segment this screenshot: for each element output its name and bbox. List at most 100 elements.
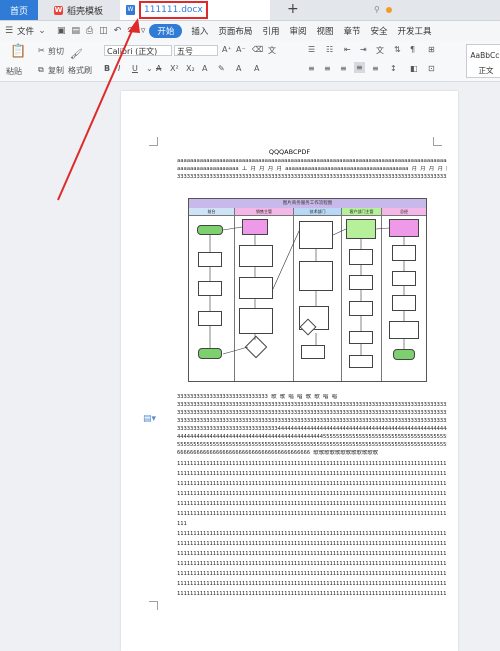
tab-references[interactable]: 引用 [257,25,284,37]
tab-start[interactable]: 开始 [149,24,183,38]
style-preview: AaBbCcI [470,51,500,60]
char-border-icon[interactable]: A [254,64,259,73]
ribbon: 📋 粘贴 ✂ 剪切 ⧉ 复制 🖌 格式刷 Calibri (正文) 五号 A⁺ … [0,41,500,82]
tab-page-layout[interactable]: 页面布局 [213,25,257,37]
paragraph-line: 1111111111111111111111111111111111111111… [177,481,447,487]
paragraph-line: 111 [177,521,187,527]
tab-document-label: 111111.docx [144,5,203,15]
document-workspace[interactable]: QQQABCPDF aaaaaaaaaaaaaaaaaaaaaaaaaaaaaa… [0,82,500,651]
strikethrough-icon[interactable]: A [156,64,161,73]
format-painter-icon[interactable]: 🖌 [70,49,83,60]
paragraph-line: 5555555555555555555555555555555555555555… [177,442,447,448]
paragraph-line: 3333333333333333333333333333333333333333… [177,174,447,180]
paragraph-line: 3333333333333333333333333333333333333333… [177,410,447,416]
italic-icon[interactable]: I [118,64,120,73]
open-icon[interactable]: ▤ [72,26,81,36]
underline-icon[interactable]: U [132,64,138,73]
paragraph-line: 3333333333333333333333333333 歌 歌 唱 唱 歌 歌… [177,394,337,400]
paragraph-line: aaaaaaaaaaaaaaaaaaa 工 月 月 月 月 aaaaaaaaaa… [177,166,447,172]
tab-section[interactable]: 章节 [338,25,365,37]
paragraph-line: 1111111111111111111111111111111111111111… [177,471,447,477]
preview-icon[interactable]: ◫ [99,26,108,36]
font-color-icon[interactable]: A [236,64,241,73]
paragraph-line: 1111111111111111111111111111111111111111… [177,551,447,557]
paragraph-line: 1111111111111111111111111111111111111111… [177,461,447,467]
borders-icon[interactable]: ⊡ [428,64,435,73]
bold-icon[interactable]: B [104,64,110,73]
underline-dropdown-icon[interactable]: ⌄ [146,64,153,73]
menu-bar: ☰ 文件 ⌄ ▣ ▤ ⎙ ◫ ↶ ↷ ▿ 开始 插入 页面布局 引用 审阅 视图… [0,21,500,41]
tab-security[interactable]: 安全 [366,25,393,37]
align-left-icon[interactable]: ≡ [308,64,315,73]
indent-icon[interactable]: ⇥ [360,45,367,54]
distribute-icon[interactable]: ≡ [372,64,379,73]
document-heading: QQQABCPDF [268,148,311,156]
margin-mark [149,137,158,146]
document-title-highlight: 111111.docx [139,1,208,19]
margin-mark [433,137,442,146]
highlight-icon[interactable]: ✎ [218,64,225,73]
bullets-icon[interactable]: ☰ [308,45,315,54]
tab-templates[interactable]: W 稻壳模板 [48,0,114,20]
paragraph-line: 1111111111111111111111111111111111111111… [177,571,447,577]
tab-bar: 首页 W 稻壳模板 W 111111.docx ⚲ + [0,0,500,21]
tab-review[interactable]: 审阅 [284,25,311,37]
paragraph-line: 1111111111111111111111111111111111111111… [177,501,447,507]
shading-icon[interactable]: ◧ [410,64,418,73]
tab-templates-label: 稻壳模板 [67,6,104,17]
numbering-icon[interactable]: ☷ [326,45,333,54]
grow-font-icon[interactable]: A⁺ [222,45,232,54]
align-center-icon[interactable]: ≡ [324,64,331,73]
align-right-icon[interactable]: ≡ [340,64,347,73]
format-painter-button[interactable]: 格式刷 [68,65,92,76]
paste-icon[interactable]: 📋 [10,44,26,59]
copy-button[interactable]: 复制 [48,65,64,76]
paste-button[interactable]: 粘贴 [6,66,22,77]
pin-icon[interactable]: ⚲ [374,5,380,14]
clear-format-icon[interactable]: ⌫ [252,45,263,54]
subscript-icon[interactable]: X₂ [186,64,195,73]
save-icon[interactable]: ▣ [57,26,66,36]
justify-icon[interactable]: ≡ [354,62,365,73]
table-icon[interactable]: ⊞ [428,45,435,54]
superscript-icon[interactable]: X² [170,64,179,73]
quick-access-toolbar: ▣ ▤ ⎙ ◫ ↶ ↷ ▿ [57,26,145,36]
tab-home[interactable]: 首页 [0,0,38,20]
font-size-select[interactable]: 五号 [174,45,218,56]
phonetic-icon[interactable]: 文 [268,45,276,56]
style-gallery[interactable]: AaBbCcI 正文 [466,44,500,78]
new-tab-button[interactable]: + [287,1,299,17]
paragraph-line: 1111111111111111111111111111111111111111… [177,531,447,537]
show-marks-icon[interactable]: ¶ [410,45,415,54]
document-page[interactable]: QQQABCPDF aaaaaaaaaaaaaaaaaaaaaaaaaaaaaa… [121,91,458,651]
paragraph-line: aaaaaaaaaaaaaaaaaaaaaaaaaaaaaaaaaaaaaaaa… [177,158,447,164]
print-icon[interactable]: ⎙ [86,26,93,36]
line-spacing-icon[interactable]: ↕ [390,64,397,73]
tab-view[interactable]: 视图 [311,25,338,37]
chevron-down-icon: ⌄ [38,26,46,36]
tab-developer[interactable]: 开发工具 [393,25,437,37]
paragraph-line: 3333333333333333333333333333333333333333… [177,402,447,408]
tab-home-label: 首页 [9,6,28,17]
paragraph-line: 1111111111111111111111111111111111111111… [177,591,447,597]
font-name-select[interactable]: Calibri (正文) [104,45,172,56]
paragraph-line: 1111111111111111111111111111111111111111… [177,581,447,587]
file-menu[interactable]: ☰ 文件 ⌄ [0,25,53,37]
margin-mark [149,601,158,610]
text-effect-icon[interactable]: A [202,64,207,73]
flowchart-image[interactable]: 图片商务服务工作流程图 前台 销售主管 技术部门 客户部门主管 总经 [188,198,427,382]
undo-icon[interactable]: ↶ [114,26,122,36]
customize-icon[interactable]: ▿ [141,26,146,36]
tab-insert[interactable]: 插入 [186,25,213,37]
cut-button[interactable]: 剪切 [48,46,64,57]
shrink-font-icon[interactable]: A⁻ [236,45,246,54]
redo-icon[interactable]: ↷ [127,26,135,36]
paragraph-layout-icon[interactable]: ▤▾ [143,414,156,424]
copy-icon[interactable]: ⧉ [38,65,44,75]
chinese-layout-icon[interactable]: 文 [376,45,384,56]
sort-icon[interactable]: ⇅ [394,45,401,54]
outdent-icon[interactable]: ⇤ [344,45,351,54]
tab-document[interactable]: W 111111.docx ⚲ [120,0,392,20]
flowchart-connectors [209,226,405,355]
cut-icon[interactable]: ✂ [38,46,45,55]
